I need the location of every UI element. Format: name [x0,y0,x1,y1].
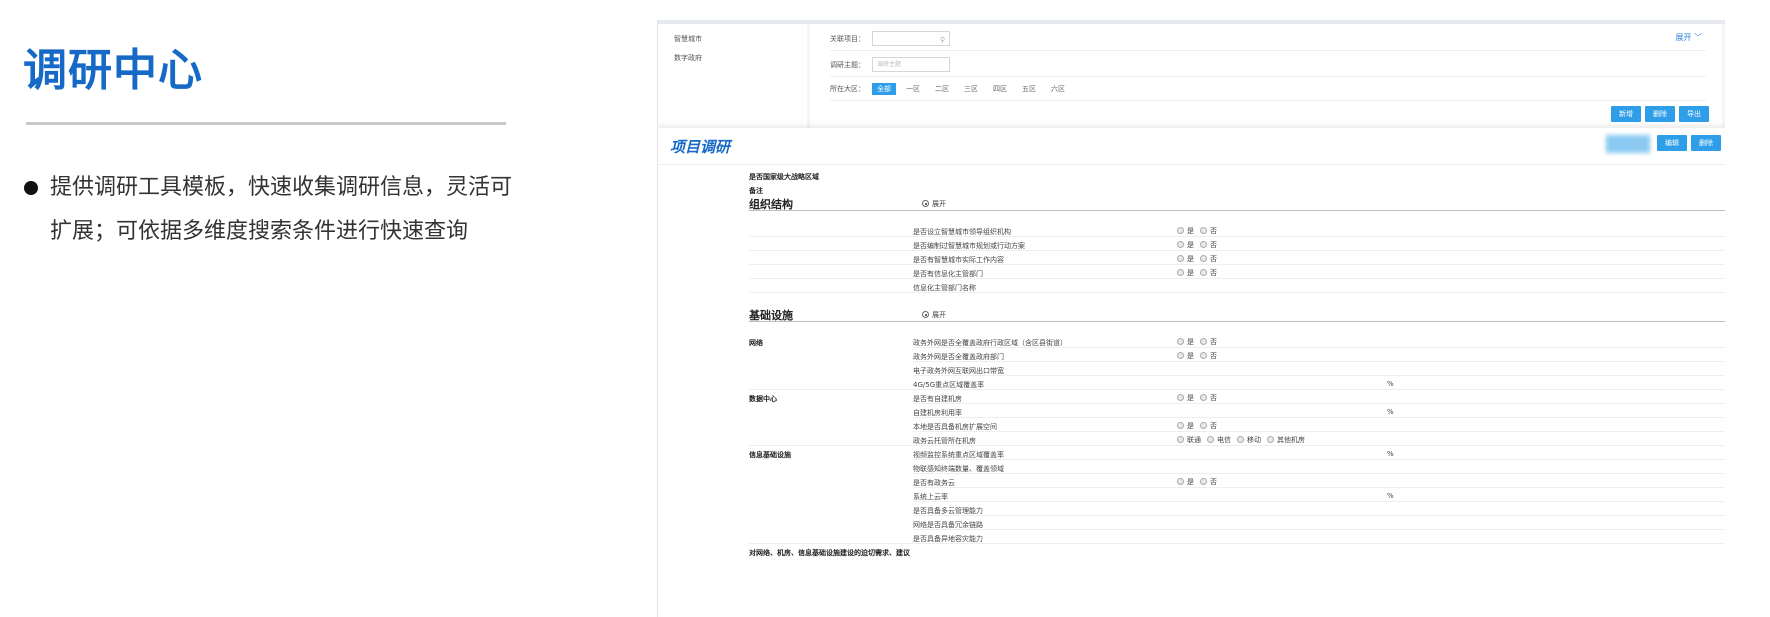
screenshot-border [657,20,1725,617]
intro-line-2: 扩展；可依据多维度搜索条件进行快速查询 [50,219,469,244]
title-divider [26,122,506,125]
bullet-dot-icon [24,181,38,195]
app-screenshot: 智慧城市 数字政府 关联项目： ⚲ 调研主题： 调研主题 所在大区： 全部 一区… [657,20,1725,617]
page-title: 调研中心 [23,45,203,96]
intro-bullet: 提供调研工具模板，快速收集调研信息，灵活可 扩展；可依据多维度搜索条件进行快速查… [24,166,564,254]
intro-text: 提供调研工具模板，快速收集调研信息，灵活可 扩展；可依据多维度搜索条件进行快速查… [24,166,564,254]
intro-line-1: 提供调研工具模板，快速收集调研信息，灵活可 [50,175,513,200]
